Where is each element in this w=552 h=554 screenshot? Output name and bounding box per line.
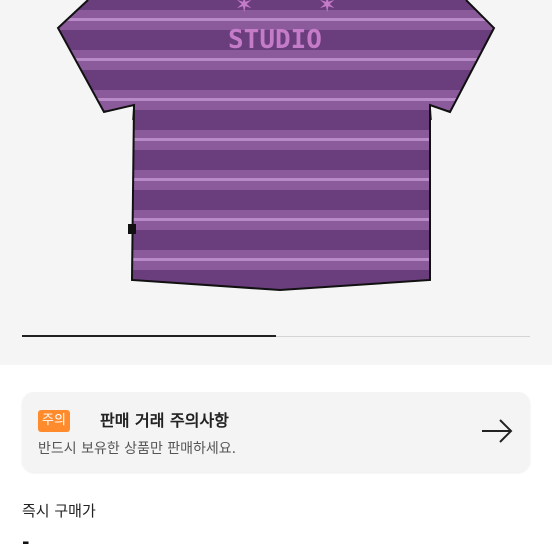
notice-badge: 주의 [38, 410, 70, 432]
notice-title: 판매 거래 주의사항 [100, 411, 229, 430]
carousel-progress [22, 335, 530, 337]
tshirt-image: STUDIO ✶ ✶ [56, 0, 496, 292]
shirt-print-graphic-right: ✶ [318, 0, 336, 18]
arrow-right-icon[interactable] [480, 418, 514, 448]
instant-buy-price-value: - [22, 532, 30, 553]
sale-notice-card[interactable]: 주의 판매 거래 주의사항 반드시 보유한 상품만 판매하세요. [22, 392, 530, 472]
carousel-progress-fill [22, 335, 276, 337]
product-image-area[interactable]: STUDIO ✶ ✶ [0, 0, 552, 365]
label-tag [128, 224, 136, 234]
instant-buy-price-label: 즉시 구매가 [22, 502, 96, 520]
shirt-print-graphic-left: ✶ [235, 0, 253, 18]
notice-description: 반드시 보유한 상품만 판매하세요. [38, 441, 237, 457]
shirt-print-text: STUDIO [228, 25, 322, 55]
